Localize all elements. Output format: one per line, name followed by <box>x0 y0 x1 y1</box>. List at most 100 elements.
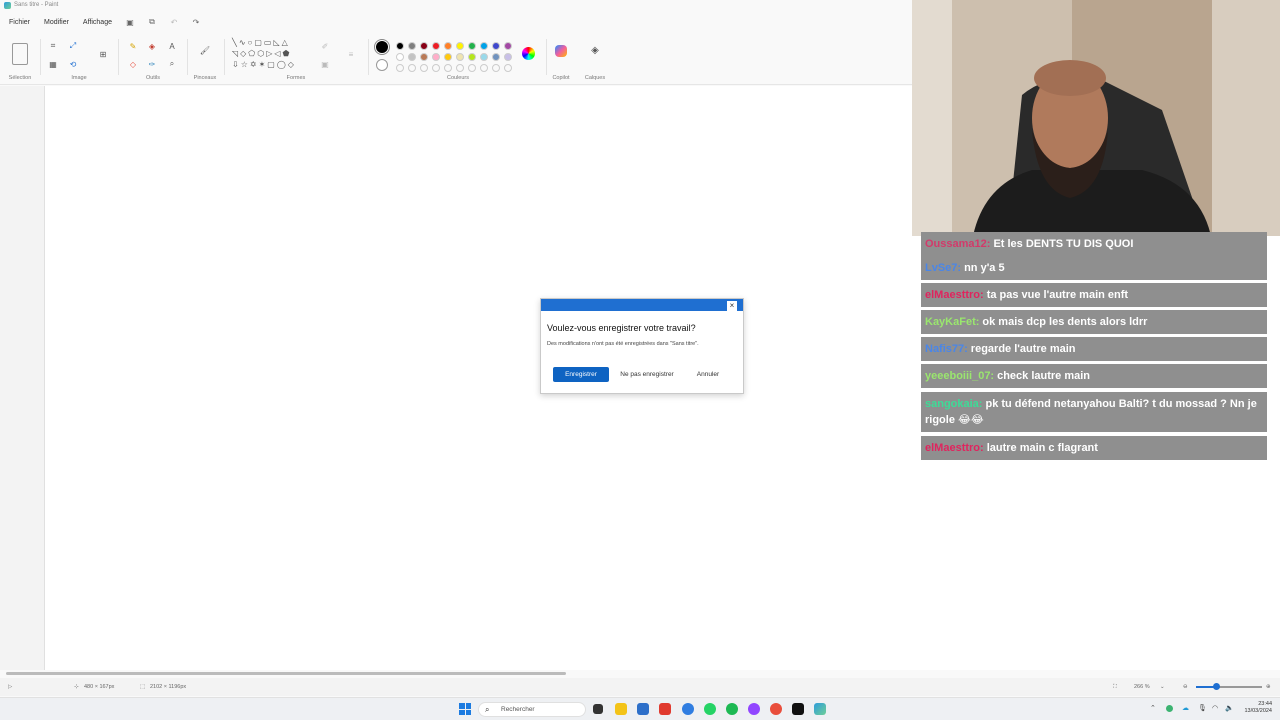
save-dialog: × Voulez-vous enregistrer votre travail?… <box>540 298 744 394</box>
notion-icon[interactable] <box>792 703 804 715</box>
obs-icon[interactable] <box>748 703 760 715</box>
layers-icon[interactable]: ◈ <box>590 45 600 56</box>
secondary-color-swatch[interactable] <box>376 59 388 71</box>
clock-date: 13/03/2024 <box>1244 708 1272 714</box>
title-bar: Sans titre - Paint <box>0 0 912 12</box>
clock[interactable]: 23:44 13/03/2024 <box>1244 701 1272 715</box>
color-swatch[interactable] <box>420 42 428 50</box>
color-swatch[interactable] <box>432 53 440 61</box>
undo-icon[interactable]: ↶ <box>168 16 180 28</box>
group-brushes: 🖌 Pinceaux <box>190 37 220 83</box>
redo-icon[interactable]: ↷ <box>190 16 202 28</box>
brush-icon[interactable]: 🖌 <box>200 45 210 55</box>
dont-save-button[interactable]: Ne pas enregistrer <box>617 367 677 382</box>
volume-icon[interactable]: 🔈 <box>1225 704 1234 712</box>
cursor-position: 480 × 167px <box>84 684 115 690</box>
color-swatch[interactable] <box>492 53 500 61</box>
edge-icon[interactable] <box>682 703 694 715</box>
tray-app-icon[interactable] <box>1166 705 1173 712</box>
tray-cloud-icon[interactable]: ☁ <box>1182 704 1189 712</box>
chat-text: Et les DENTS TU DIS QUOI <box>993 238 1134 250</box>
color-swatch[interactable] <box>480 42 488 50</box>
rotate-icon[interactable]: ⟲ <box>68 59 78 69</box>
save-button[interactable]: Enregistrer <box>553 367 609 382</box>
color-swatch[interactable] <box>444 53 452 61</box>
cancel-button[interactable]: Annuler <box>687 367 729 382</box>
menu-modifier[interactable]: Modifier <box>37 19 76 26</box>
image-select-icon[interactable]: ⊞ <box>98 49 108 59</box>
color-picker-icon[interactable]: ✑ <box>147 59 157 69</box>
taskbar-search[interactable]: ⌕ Rechercher <box>478 702 586 717</box>
menu-fichier[interactable]: Fichier <box>2 19 37 26</box>
drawing-canvas[interactable] <box>44 86 912 670</box>
chat-username: sangokaia: <box>925 398 983 410</box>
group-copilot: Copilot <box>548 37 574 83</box>
color-swatch[interactable] <box>480 53 488 61</box>
chat-message: KayKaFet: ok mais dcp les dents alors ldr… <box>921 310 1267 334</box>
paint-taskbar-icon[interactable] <box>814 703 826 715</box>
save-icon[interactable]: ▣ <box>124 16 136 28</box>
color-swatch[interactable] <box>396 42 404 50</box>
zoom-slider[interactable] <box>1196 683 1262 690</box>
mic-icon[interactable]: 🎙 <box>1198 704 1207 712</box>
store-icon[interactable] <box>637 703 649 715</box>
zoom-level[interactable]: 266 % <box>1134 684 1150 690</box>
brave-icon[interactable] <box>659 703 671 715</box>
eraser-icon[interactable]: ◇ <box>128 59 138 69</box>
chat-text: ok mais dcp les dents alors ldrr <box>982 316 1148 328</box>
color-swatch[interactable] <box>468 42 476 50</box>
start-icon[interactable] <box>459 703 471 715</box>
chevron-up-icon[interactable]: ⌃ <box>1150 704 1156 712</box>
resize-icon[interactable]: ⤢ <box>68 41 78 51</box>
wifi-icon[interactable]: ◠ <box>1212 704 1218 712</box>
shapes-gallery-icon[interactable]: ╲∿○▢▭◺△ ◹◇⬠⬡▷◁⬟ ⇩☆✡✶▢◯◇ <box>232 37 310 73</box>
color-swatch[interactable] <box>396 53 404 61</box>
edit-colors-icon[interactable] <box>522 47 535 60</box>
pencil-icon[interactable]: ✎ <box>128 41 138 51</box>
crop-icon[interactable]: ⌗ <box>48 41 58 51</box>
color-swatch[interactable] <box>432 42 440 50</box>
size-icon[interactable]: ≡ <box>346 49 356 59</box>
color-swatch[interactable] <box>492 42 500 50</box>
magnifier-icon[interactable]: ⌕ <box>167 59 177 69</box>
selection-icon[interactable] <box>12 43 28 65</box>
group-label-selection: Sélection <box>8 75 32 81</box>
background-remove-icon[interactable]: ▦ <box>48 59 58 69</box>
share-icon[interactable]: ⧉ <box>146 16 158 28</box>
fit-to-window-icon[interactable]: ⛶ <box>1113 684 1117 691</box>
group-label-copilot: Copilot <box>552 75 570 81</box>
color-swatch[interactable] <box>456 53 464 61</box>
primary-color-swatch[interactable] <box>374 39 390 55</box>
outline-icon[interactable]: ✐ <box>320 41 330 51</box>
copilot-icon[interactable] <box>555 45 567 57</box>
horizontal-scrollbar[interactable] <box>6 672 566 675</box>
group-layers: ◈ Calques <box>582 37 608 83</box>
color-swatch[interactable] <box>504 42 512 50</box>
text-icon[interactable]: A <box>167 41 177 51</box>
task-view-icon[interactable] <box>593 704 603 714</box>
group-label-colors: Couleurs <box>446 75 469 81</box>
fill-icon[interactable]: ◈ <box>147 41 157 51</box>
streamer-webcam-image <box>912 0 1280 241</box>
status-bar: ▷ ⊹ 480 × 167px ⬚ 2102 × 1196px ⛶ 266 % … <box>0 678 1280 696</box>
spotify-icon[interactable] <box>726 703 738 715</box>
color-swatch[interactable] <box>468 53 476 61</box>
file-explorer-icon[interactable] <box>615 703 627 715</box>
canvas-size-icon: ⬚ <box>140 684 146 690</box>
color-swatch[interactable] <box>456 42 464 50</box>
color-swatch[interactable] <box>420 53 428 61</box>
shape-fill-icon[interactable]: ▣ <box>320 59 330 69</box>
close-icon[interactable]: × <box>727 301 737 311</box>
color-swatch[interactable] <box>408 53 416 61</box>
whatsapp-icon[interactable] <box>704 703 716 715</box>
clock-time: 23:44 <box>1258 701 1272 707</box>
zoom-dropdown-icon[interactable]: ⌄ <box>1160 684 1165 690</box>
zoom-in-icon[interactable]: ⊕ <box>1266 684 1271 690</box>
chrome-icon[interactable] <box>770 703 782 715</box>
group-shapes: ╲∿○▢▭◺△ ◹◇⬠⬡▷◁⬟ ⇩☆✡✶▢◯◇ ✐ ▣ ≡ Formes <box>228 37 364 83</box>
menu-affichage[interactable]: Affichage <box>76 19 119 26</box>
color-swatch[interactable] <box>504 53 512 61</box>
zoom-out-icon[interactable]: ⊖ <box>1183 684 1188 690</box>
color-swatch[interactable] <box>408 42 416 50</box>
color-swatch[interactable] <box>444 42 452 50</box>
